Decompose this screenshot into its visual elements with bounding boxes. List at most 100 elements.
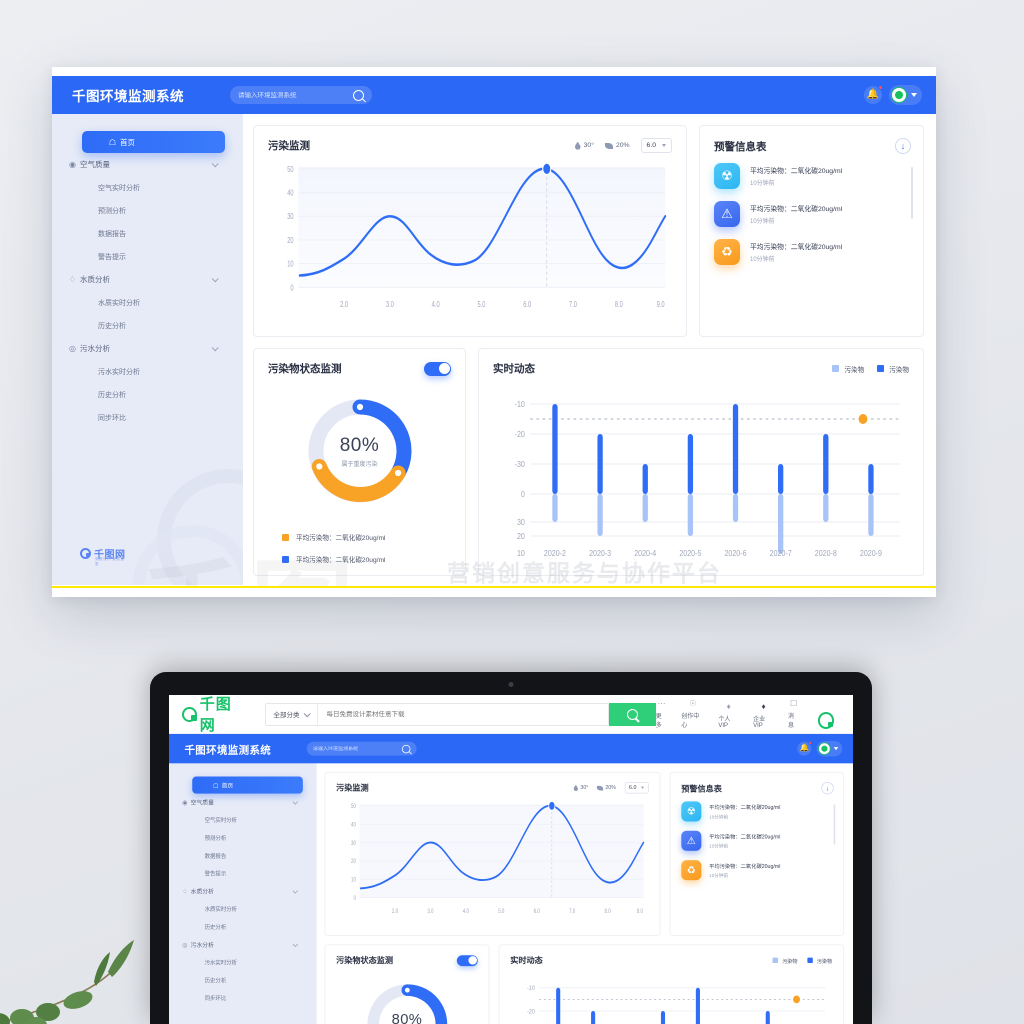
sidebar-item-forecast[interactable]: 预测分析 (169, 829, 317, 847)
alert-message: 平均污染物：二氧化碳20ug/ml (709, 805, 781, 811)
nav-item-creation-center[interactable]: ☉ 创作中心 (681, 699, 704, 729)
sidebar-item-air-quality[interactable]: ◉ 空气质量 (169, 794, 317, 812)
donut-chart: 80% 属于重度污染 (301, 392, 419, 510)
status-toggle[interactable] (424, 361, 451, 376)
sidebar-item-water-history[interactable]: 历史分析 (169, 918, 317, 936)
sidebar-item-data-report[interactable]: 数据报告 (52, 222, 243, 245)
sidebar-item-air-realtime[interactable]: 空气实时分析 (52, 176, 243, 199)
notifications-button[interactable]: 🔔 (864, 85, 883, 104)
chevron-down-icon[interactable] (911, 93, 917, 97)
chevron-down-icon[interactable] (211, 344, 219, 352)
chevron-down-icon[interactable] (292, 888, 299, 894)
site-search-input[interactable] (317, 710, 608, 718)
download-icon[interactable]: ↓ (895, 138, 911, 154)
nav-item-more[interactable]: ⋯ 更多 (656, 698, 668, 729)
sidebar-item-air-realtime[interactable]: 空气实时分析 (169, 811, 317, 829)
nav-item-enterprise-vip[interactable]: ♦ 企业VIP (753, 701, 774, 729)
search-input[interactable] (238, 91, 353, 99)
sidebar-item-sewage-history[interactable]: 历史分析 (169, 972, 317, 990)
sidebar-item-water-quality[interactable]: ♢ 水质分析 (169, 883, 317, 901)
user-menu[interactable] (889, 85, 922, 105)
site-logo[interactable]: 千图网 免费设计 免费直更 (182, 695, 247, 740)
content-row-bottom: 污染物状态监测 (253, 348, 924, 576)
list-item[interactable]: ♻ 平均污染物：二氧化碳20ug/ml 10分钟前 (681, 860, 833, 881)
sidebar-item-data-report[interactable]: 数据报告 (169, 847, 317, 865)
scrollbar[interactable] (910, 167, 913, 219)
list-item[interactable]: ☢ 平均污染物：二氧化碳20ug/ml 10分钟前 (714, 163, 911, 189)
svg-text:30: 30 (517, 518, 525, 528)
thermometer-icon (574, 141, 581, 150)
sidebar-item-water-quality[interactable]: ♢ 水质分析 (52, 268, 243, 291)
sidebar-item-label: 数据报告 (98, 230, 126, 238)
sidebar-item-warning[interactable]: 警告提示 (169, 865, 317, 883)
svg-text:50: 50 (287, 165, 293, 174)
global-search[interactable] (306, 741, 417, 756)
legend-swatch (772, 957, 779, 964)
user-menu[interactable] (816, 740, 843, 757)
avatar[interactable] (891, 87, 907, 103)
sidebar-item-sewage-realtime[interactable]: 污水实时分析 (169, 954, 317, 972)
enterprise-vip-icon: ♦ (761, 701, 766, 711)
radiation-icon: ☢ (681, 801, 702, 822)
list-item-text: 平均污染物：二氧化碳20ug/ml 10分钟前 (709, 862, 780, 879)
sidebar-item-sewage-realtime[interactable]: 污水实时分析 (52, 360, 243, 383)
alert-list: ☢ 平均污染物：二氧化碳20ug/ml 10分钟前 ⚠ 平均污染物：二氧化碳20… (681, 801, 836, 881)
chart-data-point-marker[interactable] (542, 162, 552, 176)
sidebar-item-warning[interactable]: 警告提示 (52, 245, 243, 268)
list-item-text: 平均污染物：二氧化碳20ug/ml 10分钟前 (750, 241, 842, 263)
svg-text:10: 10 (351, 877, 356, 884)
notifications-button[interactable]: 🔔 (797, 740, 813, 756)
global-search[interactable] (230, 86, 372, 104)
sidebar-item-label: 污水分析 (80, 344, 110, 353)
main-content: 污染监测 30° 20% 6.0 50 40 30 20 10 0 2.0 3.… (243, 114, 936, 585)
sidebar-item-sewage[interactable]: ◎ 污水分析 (52, 337, 243, 360)
laptop-mockup: 千图网 免费设计 免费直更 全部分类 ⋯ 更多 (150, 672, 872, 1024)
list-item[interactable]: ☢ 平均污染物：二氧化碳20ug/ml 10分钟前 (681, 801, 833, 822)
content-row-bottom: 污染物状态监测 (324, 944, 844, 1024)
search-input[interactable] (312, 745, 402, 752)
search-icon[interactable] (401, 744, 411, 753)
sidebar-item-comparison[interactable]: 同步环比 (169, 989, 317, 1007)
svg-text:40: 40 (287, 189, 293, 198)
list-item[interactable]: ⚠ 平均污染物：二氧化碳20ug/ml 10分钟前 (714, 201, 911, 227)
sidebar-item-water-history[interactable]: 历史分析 (52, 314, 243, 337)
range-select[interactable]: 6.0 (624, 781, 649, 794)
sidebar-item-forecast[interactable]: 预测分析 (52, 199, 243, 222)
svg-text:3.0: 3.0 (386, 300, 394, 309)
svg-text:30: 30 (287, 212, 293, 221)
warning-triangle-icon: ⚠ (714, 201, 740, 227)
more-icon: ⋯ (657, 698, 666, 708)
sidebar-item-water-realtime[interactable]: 水质实时分析 (169, 900, 317, 918)
sidebar-item-label: 警告提示 (204, 871, 227, 877)
status-toggle[interactable] (456, 954, 478, 966)
sidebar-item-comparison[interactable]: 同步环比 (52, 406, 243, 429)
site-search-button[interactable] (608, 702, 656, 726)
sidebar-item-water-realtime[interactable]: 水质实时分析 (52, 291, 243, 314)
chevron-down-icon[interactable] (833, 747, 839, 751)
chevron-down-icon[interactable] (292, 799, 299, 805)
sidebar-item-label: 预测分析 (98, 207, 126, 215)
sidebar-item-sewage-history[interactable]: 历史分析 (52, 383, 243, 406)
list-item[interactable]: ⚠ 平均污染物：二氧化碳20ug/ml 10分钟前 (681, 830, 833, 851)
sidebar-item-sewage[interactable]: ◎ 污水分析 (169, 936, 317, 954)
sidebar-item-home[interactable]: ☖ 首页 (82, 131, 225, 153)
search-icon[interactable] (353, 89, 364, 101)
sidebar-item-air-quality[interactable]: ◉ 空气质量 (52, 153, 243, 176)
chevron-down-icon[interactable] (211, 275, 219, 283)
dashboard-window: 千图环境监测系统 🔔 (52, 76, 936, 588)
list-item[interactable]: ♻ 平均污染物：二氧化碳20ug/ml 10分钟前 (714, 239, 911, 265)
nav-item-message[interactable]: ☐ 消息 (788, 699, 800, 729)
avatar[interactable] (818, 742, 831, 755)
alert-time: 10分钟前 (709, 815, 729, 820)
avatar[interactable] (817, 711, 835, 729)
chevron-down-icon[interactable] (211, 160, 219, 168)
nav-item-personal-vip[interactable]: ♦ 个人VIP (718, 702, 739, 729)
sidebar-item-home[interactable]: ☖ 首页 (192, 776, 303, 794)
site-search[interactable]: 全部分类 (264, 702, 609, 726)
download-icon[interactable]: ↓ (821, 781, 834, 795)
category-dropdown[interactable]: 全部分类 (266, 703, 318, 725)
threshold-marker[interactable] (858, 414, 868, 424)
scrollbar[interactable] (833, 804, 836, 845)
chevron-down-icon[interactable] (292, 941, 299, 948)
range-select[interactable]: 6.0 (640, 138, 672, 153)
